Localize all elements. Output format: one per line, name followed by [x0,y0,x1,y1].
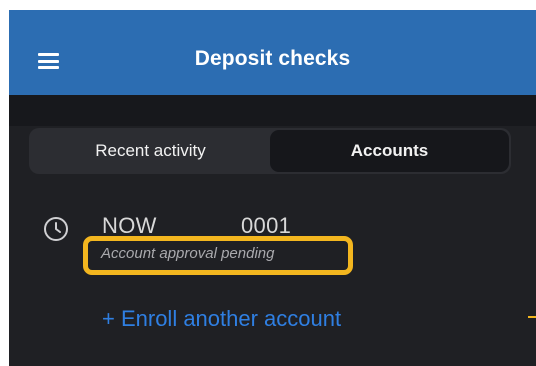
tab-accounts[interactable]: Accounts [270,130,509,172]
enroll-account-link[interactable]: + Enroll another account [102,306,341,332]
clock-icon [44,217,68,241]
page-title: Deposit checks [194,47,351,70]
tab-recent-activity[interactable]: Recent activity [31,130,270,172]
annotation-arrow-tip [528,316,536,318]
top-bar: Deposit checks [9,10,536,95]
tab-switcher: Recent activity Accounts [29,128,511,174]
highlight-box [83,236,353,275]
